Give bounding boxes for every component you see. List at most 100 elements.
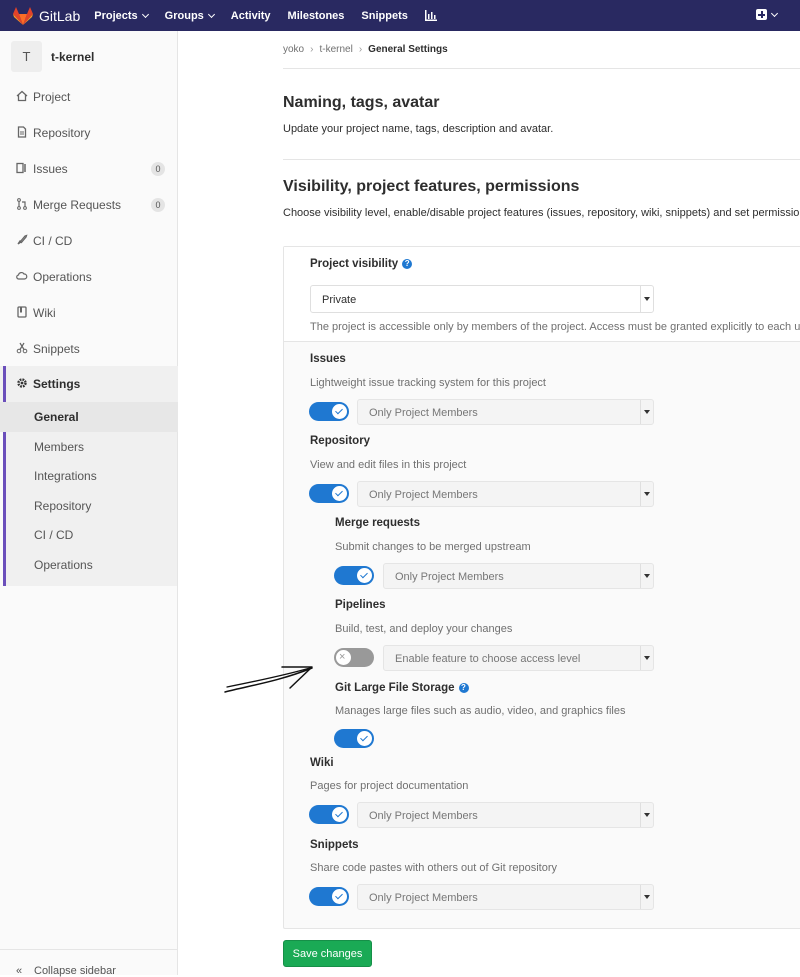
check-icon (357, 568, 372, 583)
breadcrumb-current[interactable]: General Settings (368, 44, 447, 55)
sidebar-item-wiki[interactable]: Wiki (0, 295, 178, 331)
save-changes-button[interactable]: Save changes (283, 940, 372, 967)
sidebar-item-project[interactable]: Project (0, 79, 178, 115)
chevron-down-icon (640, 646, 653, 670)
wiki-access-select[interactable]: Only Project Members (357, 802, 654, 828)
nav-chart[interactable] (424, 10, 437, 21)
chevron-down-icon (141, 10, 149, 18)
sidebar-item-merge-requests[interactable]: Merge Requests 0 (0, 187, 178, 223)
sidebar-project-header[interactable]: T t-kernel (11, 41, 94, 72)
sidebar-item-label: Snippets (33, 342, 80, 356)
rocket-icon (17, 234, 28, 245)
avatar: T (11, 41, 42, 72)
sidebar-subitem-ci-cd[interactable]: CI / CD (0, 520, 178, 550)
gitlab-logo[interactable]: GitLab (13, 6, 81, 25)
feature-desc-repository: View and edit files in this project (310, 459, 467, 471)
pipelines-access-select[interactable]: Enable feature to choose access level (383, 645, 654, 671)
project-visibility-value: Private (322, 294, 357, 306)
sidebar-subitem-members[interactable]: Members (0, 432, 178, 462)
sidebar-subitem-general[interactable]: General (0, 402, 178, 432)
nav-groups[interactable]: Groups (165, 10, 215, 22)
close-icon (336, 650, 351, 665)
scissors-icon (16, 342, 28, 354)
feature-title-pipelines: Pipelines (335, 599, 386, 611)
check-icon (332, 807, 347, 822)
new-dropdown[interactable] (756, 9, 779, 20)
sidebar-subitem-integrations[interactable]: Integrations (0, 461, 178, 491)
naming-section-title: Naming, tags, avatar (283, 94, 440, 111)
chart-icon (424, 10, 437, 21)
sidebar-item-label: Project (33, 90, 71, 104)
feature-desc-issues: Lightweight issue tracking system for th… (310, 377, 546, 389)
nav-activity[interactable]: Activity (231, 10, 271, 22)
pipelines-toggle[interactable] (334, 648, 374, 667)
project-visibility-select[interactable]: Private (310, 285, 654, 313)
tanuki-icon (13, 6, 33, 25)
feature-title-wiki: Wiki (310, 757, 334, 769)
sidebar-item-settings[interactable]: Settings (0, 366, 178, 402)
snippets-access-value: Only Project Members (369, 892, 478, 904)
top-navbar: GitLab Projects Groups Activity Mileston… (0, 0, 800, 31)
sidebar-item-label: Wiki (33, 306, 56, 320)
feature-desc-git-lfs: Manages large files such as audio, video… (335, 705, 626, 717)
visibility-section-desc: Choose visibility level, enable/disable … (283, 207, 800, 219)
double-chevron-left-icon: « (16, 965, 23, 977)
help-icon[interactable]: ? (402, 259, 413, 269)
sidebar-subitem-label: Members (34, 440, 85, 454)
sidebar-item-snippets[interactable]: Snippets (0, 331, 178, 367)
sidebar-subitem-label: Repository (34, 499, 92, 513)
chevron-down-icon (640, 286, 653, 312)
feature-title-repository: Repository (310, 435, 371, 447)
nav-snippets-label: Snippets (361, 9, 408, 22)
wiki-toggle[interactable] (309, 805, 349, 824)
project-name: t-kernel (51, 49, 95, 64)
brand-name: GitLab (39, 7, 81, 24)
breadcrumb-user[interactable]: yoko (283, 44, 304, 55)
merge-requests-access-select[interactable]: Only Project Members (383, 563, 654, 589)
feature-desc-wiki: Pages for project documentation (310, 780, 469, 792)
sidebar-item-label: Issues (33, 162, 68, 176)
issues-icon (16, 162, 26, 174)
feature-title-git-lfs: Git Large File Storage ? (335, 682, 469, 694)
issues-toggle[interactable] (309, 402, 349, 421)
issues-access-value: Only Project Members (369, 407, 478, 419)
collapse-sidebar-label: Collapse sidebar (34, 965, 116, 977)
project-visibility-label: Project visibility ? (310, 258, 413, 270)
issues-count-badge: 0 (151, 162, 165, 176)
sidebar-item-issues[interactable]: Issues 0 (0, 151, 178, 187)
help-icon[interactable]: ? (458, 683, 469, 693)
visibility-section-title: Visibility, project features, permission… (283, 178, 580, 195)
snippets-access-select[interactable]: Only Project Members (357, 884, 654, 910)
sidebar-item-repository[interactable]: Repository (0, 115, 178, 151)
nav-milestones[interactable]: Milestones (288, 10, 345, 22)
check-icon (332, 486, 347, 501)
wiki-access-value: Only Project Members (369, 810, 478, 822)
issues-access-select[interactable]: Only Project Members (357, 399, 654, 425)
project-visibility-desc: The project is accessible only by member… (310, 321, 800, 333)
sidebar-item-label: Operations (33, 270, 92, 284)
sidebar-subitem-label: General (34, 410, 79, 424)
main-content: yoko › t-kernel › General Settings Namin… (178, 31, 800, 975)
sidebar-item-label: CI / CD (33, 234, 73, 248)
cloud-gear-icon (16, 271, 28, 280)
sidebar-item-ci-cd[interactable]: CI / CD (0, 223, 178, 259)
snippets-toggle[interactable] (309, 887, 349, 906)
breadcrumb-project[interactable]: t-kernel (319, 44, 352, 55)
chevron-right-icon: › (310, 44, 314, 55)
gear-icon (17, 378, 27, 388)
feature-desc-snippets: Share code pastes with others out of Git… (310, 862, 558, 874)
nav-projects-label: Projects (94, 9, 138, 22)
repository-toggle[interactable] (309, 484, 349, 503)
sidebar-item-operations[interactable]: Operations (0, 259, 178, 295)
feature-desc-merge-requests: Submit changes to be merged upstream (335, 541, 531, 553)
nav-snippets[interactable]: Snippets (361, 10, 407, 22)
sidebar-subitem-label: Integrations (34, 469, 97, 483)
nav-projects[interactable]: Projects (94, 9, 149, 22)
git-lfs-toggle[interactable] (334, 729, 374, 748)
feature-title-issues: Issues (310, 353, 346, 365)
sidebar-subitem-repository[interactable]: Repository (0, 491, 178, 521)
repository-access-select[interactable]: Only Project Members (357, 481, 654, 507)
sidebar-subitem-operations[interactable]: Operations (0, 550, 178, 580)
collapse-sidebar-button[interactable]: « Collapse sidebar (0, 949, 178, 977)
merge-requests-toggle[interactable] (334, 566, 374, 585)
